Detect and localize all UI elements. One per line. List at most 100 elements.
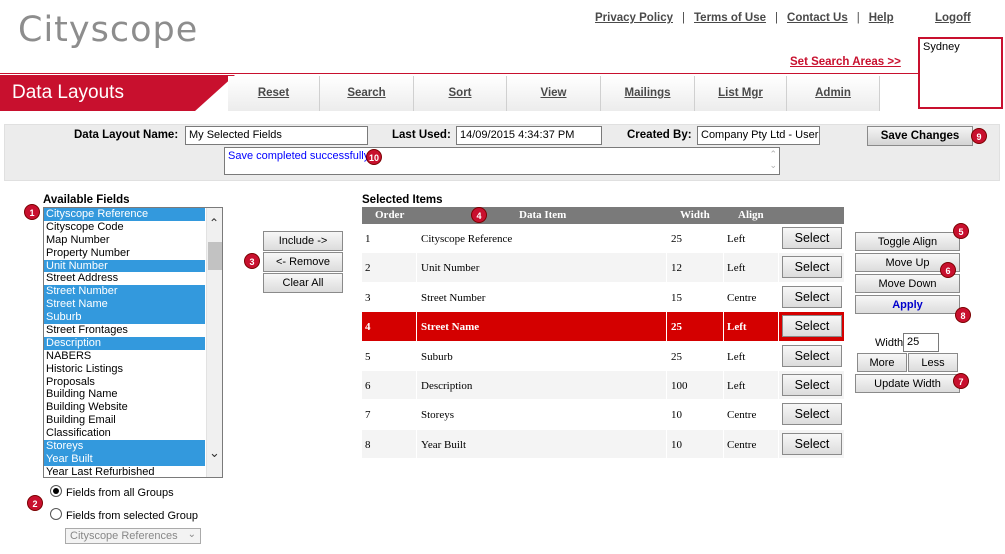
select-button[interactable]: Select [782,432,842,455]
all-groups-radio[interactable] [50,485,62,497]
less-button[interactable]: Less [908,353,958,372]
logoff-link[interactable]: Logoff [935,12,971,24]
group-dropdown[interactable]: Cityscope References ⌄ [65,528,201,544]
align-cell: Centre [727,409,757,422]
select-button[interactable]: Select [782,256,842,279]
align-cell: Left [727,321,747,334]
width-cell: 10 [671,438,682,451]
tab-mailings[interactable]: Mailings [601,76,695,111]
include-button[interactable]: Include -> [263,231,343,251]
column-divider [416,429,417,459]
header-width: Width [680,209,710,221]
width-input[interactable]: 25 [903,333,939,352]
order-cell: 3 [365,291,371,304]
header-data-item: Data Item [519,209,567,221]
available-fields-list[interactable]: Cityscope Reference Cityscope Code Map Num… [43,207,223,478]
order-cell: 1 [365,233,371,245]
width-cell: 12 [671,262,682,275]
more-button[interactable]: More [857,353,907,372]
scroll-thumb[interactable] [208,242,222,270]
list-item[interactable]: NABERS [44,350,205,363]
toggle-align-button[interactable]: Toggle Align [855,232,960,251]
column-divider [778,253,779,282]
chevron-down-icon: ⌄ [187,529,196,540]
tab-reset[interactable]: Reset [228,76,320,111]
scroll-arrows-icon[interactable]: ⌃ ⌄ [769,149,777,171]
list-item[interactable]: Street Name [44,298,205,312]
select-button[interactable]: Select [782,403,842,426]
header-order: Order [375,209,405,221]
set-search-areas-link[interactable]: Set Search Areas >> [790,56,901,68]
list-scrollbar[interactable]: ⌃ ⌄ [206,208,222,477]
list-item[interactable]: Unit Number [44,259,205,273]
column-divider [666,429,667,459]
list-item[interactable]: Storeys [44,440,205,453]
select-button[interactable]: Select [782,374,842,396]
list-item[interactable]: Year Last Refurbished [44,466,205,477]
list-item[interactable]: Building Name [44,388,205,401]
layout-name-input[interactable]: My Selected Fields [185,126,368,145]
search-area-box[interactable]: Sydney [918,37,1003,109]
order-cell: 6 [365,380,371,392]
table-row: 3 Street Number 15 Centre Select [362,282,844,313]
column-divider [723,253,724,282]
terms-of-use-link[interactable]: Terms of Use [694,12,766,24]
list-item[interactable]: Street Frontages [44,324,205,337]
list-item[interactable]: Description [44,336,205,350]
tab-view[interactable]: View [507,76,601,111]
width-cell: 25 [671,321,682,334]
clear-all-button[interactable]: Clear All [263,273,343,293]
separator: | [856,12,860,24]
select-button[interactable]: Select [782,315,842,338]
scroll-up-icon[interactable]: ⌃ [209,217,220,230]
help-link[interactable]: Help [869,12,894,24]
contact-us-link[interactable]: Contact Us [787,12,848,24]
list-item[interactable]: Year Built [44,452,205,466]
list-item[interactable]: Property Number [44,247,205,260]
data-item-cell: Street Name [421,321,480,334]
page-title: Data Layouts [0,75,235,111]
list-item[interactable]: Street Address [44,272,205,285]
column-divider [723,312,724,341]
select-button[interactable]: Select [782,344,842,367]
search-area-value: Sydney [923,41,960,53]
list-item[interactable]: Building Website [44,401,205,414]
apply-button[interactable]: Apply [855,295,960,314]
save-changes-button[interactable]: Save Changes [867,126,973,146]
column-divider [723,429,724,459]
tab-sort[interactable]: Sort [414,76,507,111]
selected-group-radio[interactable] [50,508,62,520]
list-item[interactable]: Proposals [44,376,205,389]
list-item[interactable]: Classification [44,427,205,440]
update-width-button[interactable]: Update Width [855,374,960,393]
created-by-label: Created By: [627,129,692,141]
badge-2: 2 [27,495,43,511]
selected-group-label: Fields from selected Group [66,510,199,522]
privacy-policy-link[interactable]: Privacy Policy [595,12,673,24]
align-cell: Centre [727,438,757,451]
align-cell: Centre [727,291,757,304]
list-item[interactable]: Cityscope Reference [44,208,205,221]
column-divider [416,253,417,282]
width-cell: 25 [671,233,682,245]
column-divider [666,253,667,282]
separator: | [682,12,685,24]
scroll-down-icon[interactable]: ⌄ [209,446,220,462]
list-item[interactable]: Map Number [44,234,205,247]
column-divider [666,282,667,312]
list-item[interactable]: Street Number [44,285,205,299]
list-item[interactable]: Building Email [44,414,205,427]
align-cell: Left [727,350,746,363]
list-item[interactable]: Cityscope Code [44,221,205,234]
select-button[interactable]: Select [782,285,842,308]
table-row: 7 Storeys 10 Centre Select [362,400,844,430]
select-button[interactable]: Select [782,227,842,249]
tab-admin[interactable]: Admin [787,76,880,111]
badge-5: 5 [953,223,969,239]
list-item[interactable]: Suburb [44,311,205,325]
tab-list-mgr[interactable]: List Mgr [695,76,787,111]
column-divider [666,341,667,370]
list-item[interactable]: Historic Listings [44,363,205,376]
tab-search[interactable]: Search [320,76,414,111]
remove-button[interactable]: <- Remove [263,252,343,272]
